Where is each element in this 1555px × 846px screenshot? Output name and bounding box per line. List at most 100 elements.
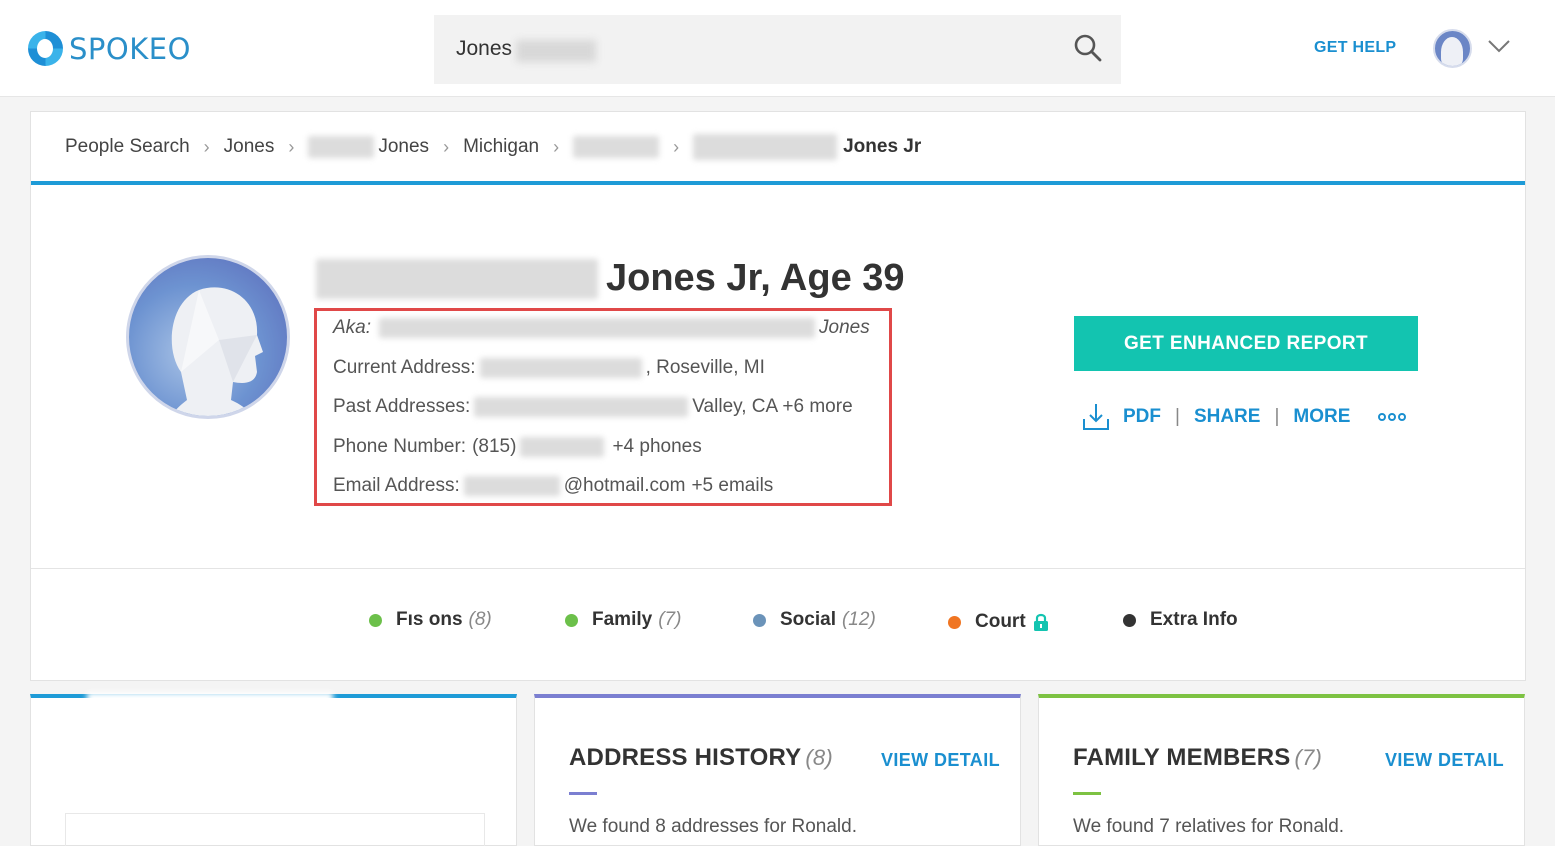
past-addresses-value: Valley, CA +6 more	[692, 396, 853, 417]
logo-text: SPOKEO	[69, 31, 191, 66]
address-history-title: ADDRESS HISTORY (8)	[569, 744, 833, 772]
breadcrumb-bar: People Search › Jones › Jones › Michigan…	[31, 112, 1525, 185]
breadcrumb-redacted	[308, 136, 375, 158]
status-dot-icon	[1123, 613, 1136, 627]
panel-accent-rule	[569, 792, 597, 795]
status-dot-icon	[948, 615, 961, 629]
profile-card: People Search › Jones › Jones › Michigan…	[30, 111, 1526, 681]
address-history-panel: ADDRESS HISTORY (8) VIEW DETAIL We found …	[534, 694, 1021, 846]
email-domain: @hotmail.com	[563, 475, 686, 496]
family-view-detail-link[interactable]: VIEW DETAIL	[1385, 750, 1504, 771]
family-members-panel: FAMILY MEMBERS (7) VIEW DETAIL We found 7…	[1038, 694, 1525, 846]
status-dot-icon	[369, 613, 382, 627]
tab-label: Extra Info	[1150, 609, 1238, 630]
panel-count: (7)	[1294, 745, 1322, 770]
past-addresses-redacted	[474, 397, 689, 417]
name-redacted	[316, 258, 598, 299]
phone-prefix: (815)	[472, 436, 517, 457]
status-dot-icon	[753, 613, 766, 627]
panel-title-text: ADDRESS HISTORY	[569, 744, 802, 771]
profile-avatar	[126, 255, 290, 419]
download-icon[interactable]	[1081, 401, 1111, 433]
tab-family[interactable]: Family (7)	[565, 609, 681, 631]
panel-redacted	[87, 692, 333, 722]
breadcrumb-separator-icon: ›	[203, 136, 210, 157]
panel-inner-box	[65, 813, 485, 846]
tab-count: (12)	[841, 609, 876, 630]
breadcrumb-separator-icon: ›	[673, 136, 680, 157]
user-avatar[interactable]	[1433, 29, 1472, 68]
breadcrumb-state[interactable]: Michigan	[463, 136, 539, 158]
section-tabs: Fıs ons (8) Family (7) Social (12) Court…	[31, 609, 1525, 639]
aka-row: Aka: Jones	[333, 317, 870, 339]
panel-title-text: FAMILY MEMBERS	[1073, 744, 1291, 771]
top-navigation-bar: SPOKEO Jones GET HELP	[0, 0, 1555, 97]
overview-panel	[30, 692, 517, 846]
tab-count: (8)	[468, 609, 492, 630]
profile-summary: Jones Jr, Age 39 Aka: Jones Current Addr…	[31, 189, 1525, 569]
current-address-label: Current Address:	[333, 357, 476, 378]
person-silhouette-icon	[170, 287, 263, 416]
email-redacted	[463, 476, 560, 496]
profile-name-heading: Jones Jr, Age 39	[316, 257, 905, 300]
breadcrumb-full-name[interactable]: Jones	[378, 136, 429, 158]
tab-count: (7)	[658, 609, 682, 630]
aka-value: Jones	[819, 317, 870, 338]
tab-label: Court	[975, 611, 1026, 632]
spokeo-logo-icon	[28, 31, 63, 66]
breadcrumb-redacted	[693, 134, 838, 160]
tab-addresses[interactable]: Fıs ons (8)	[369, 609, 492, 631]
highlighted-info-box: Aka: Jones Current Address: , Roseville,…	[314, 308, 892, 506]
breadcrumb: People Search › Jones › Jones › Michigan…	[65, 134, 921, 160]
chevron-down-icon[interactable]	[1486, 36, 1512, 56]
current-address-redacted	[479, 358, 642, 378]
pdf-link[interactable]: PDF	[1123, 406, 1161, 428]
panel-count: (8)	[805, 745, 833, 770]
share-link[interactable]: SHARE	[1194, 406, 1261, 428]
search-bar[interactable]: Jones	[434, 15, 1121, 84]
breadcrumb-city-redacted[interactable]	[573, 136, 660, 158]
address-view-detail-link[interactable]: VIEW DETAIL	[881, 750, 1000, 771]
phone-redacted	[520, 437, 605, 457]
action-separator: |	[1175, 406, 1180, 427]
phone-label: Phone Number:	[333, 436, 467, 457]
tab-label: Family	[592, 609, 653, 630]
breadcrumb-people-search[interactable]: People Search	[65, 136, 190, 158]
report-actions: PDF | SHARE | MORE	[1081, 401, 1408, 433]
family-members-title: FAMILY MEMBERS (7)	[1073, 744, 1322, 772]
aka-label: Aka:	[333, 317, 372, 338]
email-label: Email Address:	[333, 475, 460, 496]
email-row: Email Address: @hotmail.com +5 emails	[333, 475, 773, 497]
current-address-value: , Roseville, MI	[645, 357, 765, 378]
tab-social[interactable]: Social (12)	[753, 609, 876, 631]
family-summary: We found 7 relatives for Ronald.	[1073, 816, 1345, 837]
breadcrumb-current: Jones Jr	[843, 136, 922, 157]
breadcrumb-last-name[interactable]: Jones	[224, 136, 275, 158]
email-more: +5 emails	[691, 475, 774, 496]
current-address-row: Current Address: , Roseville, MI	[333, 357, 765, 379]
search-icon[interactable]	[1073, 33, 1103, 63]
breadcrumb-separator-icon: ›	[443, 136, 450, 157]
spokeo-logo[interactable]: SPOKEO	[28, 31, 191, 66]
breadcrumb-separator-icon: ›	[288, 136, 295, 157]
breadcrumb-separator-icon: ›	[553, 136, 560, 157]
phone-row: Phone Number: (815) +4 phones	[333, 436, 702, 458]
more-dots-icon[interactable]	[1378, 413, 1408, 421]
search-redacted-text	[516, 40, 596, 62]
get-help-link[interactable]: GET HELP	[1314, 39, 1396, 57]
get-enhanced-report-button[interactable]: GET ENHANCED REPORT	[1074, 316, 1418, 371]
status-dot-icon	[565, 613, 578, 627]
tab-extra-info[interactable]: Extra Info	[1123, 609, 1238, 631]
panel-accent-rule	[1073, 792, 1101, 795]
address-summary: We found 8 addresses for Ronald.	[569, 816, 857, 837]
more-link[interactable]: MORE	[1293, 406, 1350, 428]
past-addresses-row: Past Addresses: Valley, CA +6 more	[333, 396, 853, 418]
tab-label: Fıs ons	[396, 609, 463, 630]
aka-redacted	[379, 318, 816, 338]
tab-label: Social	[780, 609, 836, 630]
tab-court[interactable]: Court	[948, 611, 1049, 633]
lock-icon	[1033, 613, 1048, 631]
action-separator: |	[1274, 406, 1280, 427]
search-input[interactable]: Jones	[456, 37, 512, 61]
phone-more: +4 phones	[612, 436, 702, 457]
